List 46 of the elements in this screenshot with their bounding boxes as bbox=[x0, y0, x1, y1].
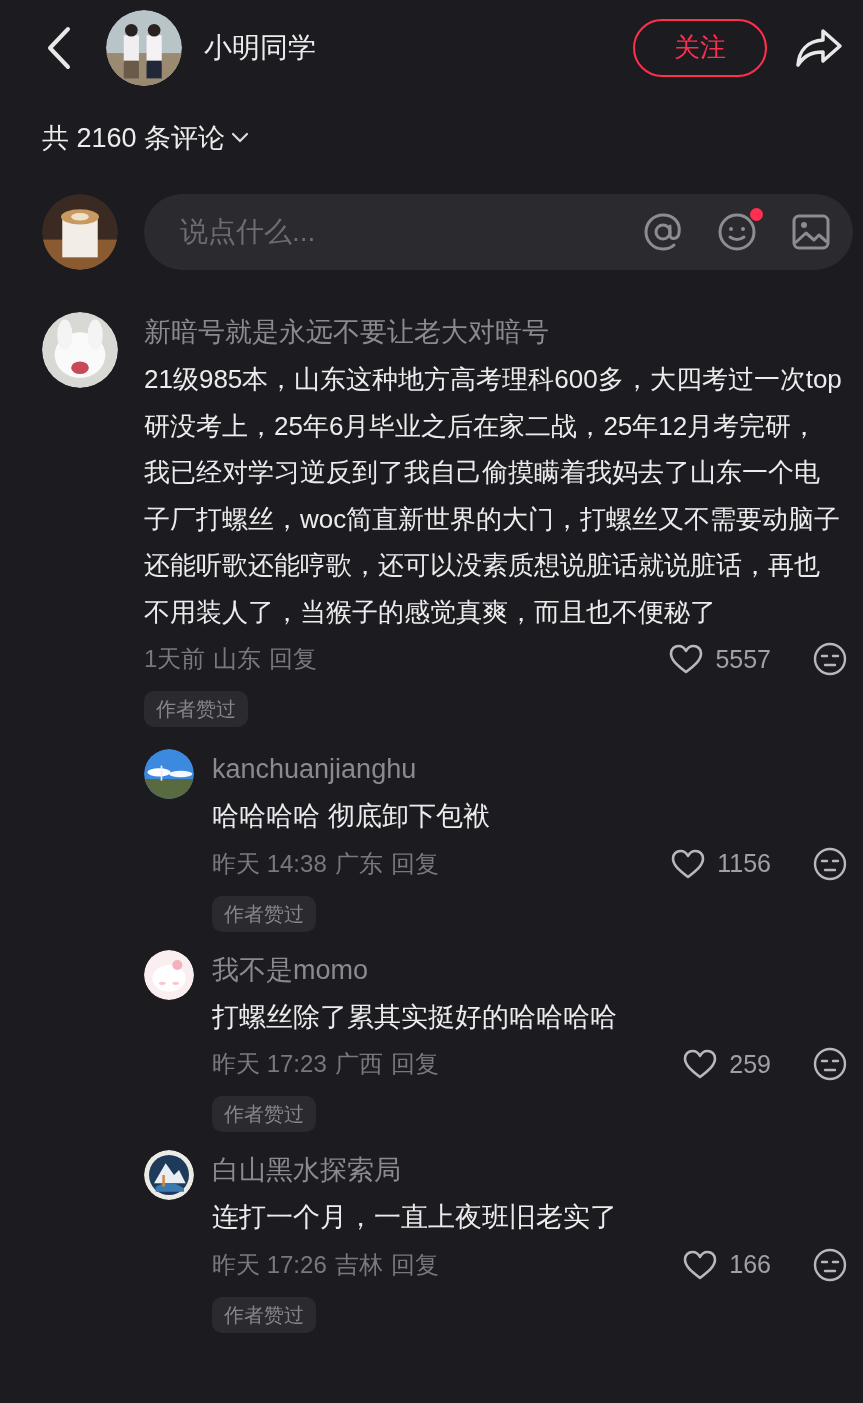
comment-text: 21级985本，山东这种地方高考理科600多，大四考过一次top研没考上，25年6月毕业之后在家二战，25年12月考完研，我已经对学习逆反到了我自己偷摸瞒着我妈去了山东一个电子厂打螺丝，woc简直新世界的大门，打螺丝又不需要动脑子还能听歌还能哼歌，还可以没素质想说脏话就说脏话，再也不用装人了，当猴子的感觉真爽，而且也不便秘了 bbox=[144, 363, 843, 629]
comment-input-field[interactable]: 说点什么... bbox=[178, 215, 609, 249]
heart-icon[interactable] bbox=[669, 644, 704, 674]
chevron-down-icon[interactable] bbox=[231, 132, 250, 144]
username[interactable]: 新暗号就是永远不要让老大对暗号 bbox=[144, 312, 847, 352]
username[interactable]: 白山黑水探索局 bbox=[212, 1150, 847, 1190]
unamused-face-icon[interactable] bbox=[813, 1247, 847, 1282]
comment-count: 共 2160 条评论 bbox=[42, 122, 226, 155]
heart-icon[interactable] bbox=[683, 1249, 718, 1280]
image-icon[interactable] bbox=[791, 212, 831, 252]
timestamp: 昨天 17:26 bbox=[212, 1249, 327, 1280]
at-sign-icon[interactable] bbox=[643, 212, 683, 252]
heart-icon[interactable] bbox=[683, 1049, 718, 1079]
author-liked-tag: 作者赞过 bbox=[144, 691, 248, 727]
username[interactable]: kanchuanjianghu bbox=[212, 749, 847, 789]
like-count: 1156 bbox=[717, 849, 771, 878]
heart-icon[interactable] bbox=[671, 848, 706, 879]
location: 广西 bbox=[334, 1049, 383, 1079]
location: 广东 bbox=[334, 848, 383, 879]
author-liked-tag: 作者赞过 bbox=[212, 895, 316, 932]
location: 吉林 bbox=[334, 1249, 383, 1280]
unamused-face-icon[interactable] bbox=[813, 1047, 847, 1081]
comment-text: 打螺丝除了累其实挺好的哈哈哈哈 bbox=[212, 1000, 618, 1034]
username[interactable]: 我不是momo bbox=[212, 949, 847, 990]
comment-text: 哈哈哈哈 彻底卸下包袱 bbox=[212, 800, 491, 833]
unamused-face-icon[interactable] bbox=[813, 642, 847, 676]
author-name[interactable]: 小明同学 bbox=[204, 28, 633, 67]
reply-link[interactable]: 回复 bbox=[390, 847, 439, 880]
reply-link[interactable]: 回复 bbox=[269, 643, 318, 675]
comment-box[interactable]: 说点什么... bbox=[144, 194, 853, 270]
author-liked-tag: 作者赞过 bbox=[212, 1296, 316, 1333]
reply-link[interactable]: 回复 bbox=[390, 1048, 439, 1080]
author-liked-tag: 作者赞过 bbox=[212, 1096, 316, 1132]
share-icon[interactable] bbox=[795, 26, 843, 69]
location: 山东 bbox=[213, 644, 262, 674]
timestamp: 昨天 14:38 bbox=[212, 848, 327, 879]
like-count: 5557 bbox=[715, 644, 771, 674]
unamused-face-icon[interactable] bbox=[813, 846, 847, 881]
timestamp: 昨天 17:23 bbox=[212, 1049, 327, 1079]
follow-button[interactable]: 关注 bbox=[633, 18, 767, 77]
timestamp: 1天前 bbox=[144, 644, 206, 674]
like-count: 166 bbox=[729, 1250, 771, 1279]
comment-text: 连打一个月，一直上夜班旧老实了 bbox=[212, 1201, 618, 1234]
smiley-icon[interactable] bbox=[717, 212, 757, 252]
reply-link[interactable]: 回复 bbox=[390, 1248, 439, 1281]
like-count: 259 bbox=[729, 1049, 771, 1079]
